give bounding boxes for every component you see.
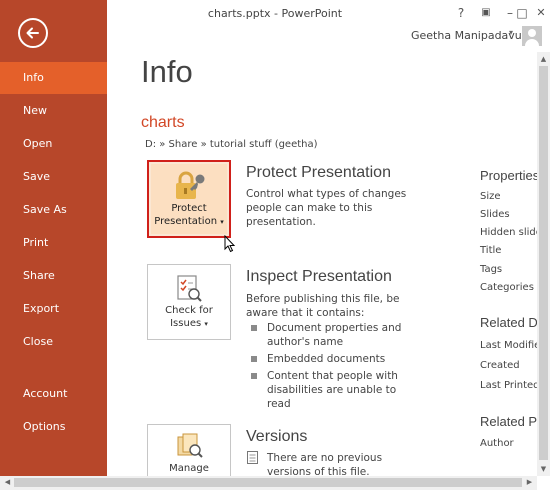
protect-presentation-button[interactable]: Protect Presentation ▾: [147, 160, 231, 238]
manage-versions-button[interactable]: Manage: [147, 424, 231, 480]
related-dates-heading: Related D: [480, 315, 538, 330]
bullet-icon: [251, 373, 257, 379]
scroll-up-icon[interactable]: ▲: [537, 55, 550, 63]
back-button[interactable]: [18, 18, 48, 48]
property-label: Hidden slide: [480, 227, 542, 238]
property-label: Slides: [480, 209, 510, 220]
list-item: Embedded documents: [267, 353, 386, 365]
nav-share[interactable]: Share: [0, 260, 107, 292]
scroll-right-icon[interactable]: ▶: [523, 478, 536, 486]
check-for-issues-button[interactable]: Check for Issues ▾: [147, 264, 231, 340]
property-label: Tags: [480, 264, 503, 275]
arrow-left-icon: [26, 27, 39, 39]
scroll-down-icon[interactable]: ▼: [537, 465, 550, 473]
horizontal-scroll-thumb[interactable]: [14, 478, 522, 487]
nav-info[interactable]: Info: [0, 62, 107, 94]
list-item: Document properties and author's name: [267, 322, 402, 348]
nav-save[interactable]: Save: [0, 161, 107, 193]
ribbon-display-button[interactable]: ▣: [478, 7, 494, 18]
properties-heading[interactable]: Properties: [480, 168, 539, 183]
vertical-scroll-thumb[interactable]: [539, 66, 548, 460]
checklist-icon: [177, 275, 202, 302]
versions-description: There are no previous versions of this f…: [267, 452, 383, 478]
chevron-down-icon[interactable]: ▾: [509, 28, 513, 37]
date-label: Last Modifie: [480, 340, 541, 351]
property-label: Title: [480, 245, 502, 256]
protect-tile-line1: Protect: [171, 203, 207, 214]
lock-key-icon: [176, 171, 205, 199]
protect-presentation-description: Control what types of changes people can…: [246, 188, 407, 228]
date-label: Created: [480, 360, 520, 371]
inspect-presentation-title: Inspect Presentation: [246, 268, 392, 285]
related-people-heading: Related P: [480, 414, 538, 429]
nav-options[interactable]: Options: [0, 411, 107, 443]
nav-close[interactable]: Close: [0, 326, 107, 358]
inspect-tile-line2: Issues: [170, 318, 202, 329]
chevron-down-icon: ▾: [220, 218, 224, 226]
mouse-cursor-icon: [224, 235, 236, 253]
file-name: charts: [141, 114, 185, 131]
nav-new[interactable]: New: [0, 95, 107, 127]
breadcrumb: D: » Share » tutorial stuff (geetha): [145, 139, 318, 150]
document-icon: [247, 451, 258, 464]
versions-title: Versions: [246, 428, 308, 445]
help-button[interactable]: ?: [453, 6, 469, 20]
user-name[interactable]: Geetha Manipadavu: [411, 29, 522, 42]
inspect-presentation-description: Before publishing this file, be aware th…: [246, 293, 400, 319]
bullet-icon: [251, 325, 257, 331]
nav-print[interactable]: Print: [0, 227, 107, 259]
protect-tile-line2: Presentation: [154, 216, 218, 227]
nav-save-as[interactable]: Save As: [0, 194, 107, 226]
people-label: Author: [480, 438, 514, 449]
inspect-tile-line1: Check for: [165, 305, 213, 316]
avatar[interactable]: [522, 26, 542, 46]
property-label: Categories: [480, 282, 534, 293]
page-title: Info: [141, 54, 193, 89]
close-window-button[interactable]: ✕: [533, 6, 549, 19]
nav-export[interactable]: Export: [0, 293, 107, 325]
manage-versions-icon: [177, 433, 203, 458]
date-label: Last Printed: [480, 380, 540, 391]
chevron-down-icon: ▾: [204, 320, 208, 328]
property-label: Size: [480, 191, 501, 202]
scroll-left-icon[interactable]: ◀: [1, 478, 14, 486]
restore-button[interactable]: □: [514, 6, 530, 20]
list-item: Content that people with disabilities ar…: [267, 370, 398, 410]
nav-open[interactable]: Open: [0, 128, 107, 160]
protect-presentation-title: Protect Presentation: [246, 164, 391, 181]
nav-account[interactable]: Account: [0, 378, 107, 410]
bullet-icon: [251, 356, 257, 362]
manage-tile-label: Manage: [169, 463, 209, 474]
